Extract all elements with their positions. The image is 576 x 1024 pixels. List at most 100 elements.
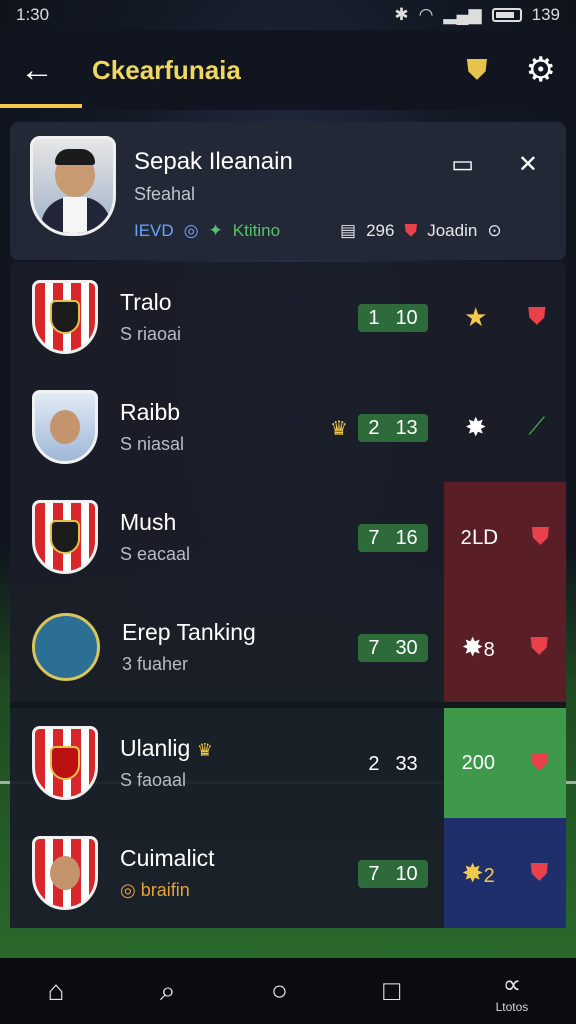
coin-icon: ◎ [120, 880, 136, 900]
score-a: 7 [368, 862, 380, 885]
gear-icon[interactable]: ⚙ [526, 50, 556, 90]
profile-score: 296 [366, 221, 395, 240]
list-item[interactable]: Ulanlig ♛ S faoaal 2 33 200 ⛊ [10, 708, 566, 818]
back-arrow-icon[interactable]: ← [20, 51, 70, 90]
list-item[interactable]: Tralo S riaoai 1 10 ★ ⛊ [10, 262, 566, 372]
row-name: Ulanlig ♛ [120, 735, 213, 761]
profile-extra: Joadin [427, 221, 478, 240]
star-icon[interactable]: ★ [464, 302, 487, 333]
team-badge [32, 280, 98, 354]
team-badge [32, 613, 100, 681]
target-icon: ◎ [183, 221, 199, 240]
shield-icon[interactable]: ⛊ [528, 303, 546, 331]
avatar [30, 136, 116, 236]
crown-icon: ♛ [196, 740, 213, 760]
row-actions: 2ⅬⅮ ⛊ [444, 482, 566, 592]
score-pill: 7 16 [358, 524, 428, 552]
bottom-nav: ⌂ ⌕ ○ □ ∝ Ltotos [0, 958, 576, 1024]
shield-icon[interactable]: ⛊ [531, 523, 549, 551]
nav-more-label: Ltotos [495, 999, 529, 1014]
score-a: 2 [368, 416, 380, 439]
row-actions: ✸2 ⛊ [444, 818, 566, 928]
list-item[interactable]: Cuimalict ◎ braifin 7 10 ✸2 ⛊ [10, 818, 566, 928]
team-badge [32, 500, 98, 574]
app-bar: ← Ckearfunaia ⛊ ⚙ [0, 30, 576, 110]
search-icon[interactable]: ⌕ [160, 975, 176, 1008]
score-a: 1 [368, 306, 380, 329]
row-actions: ✸8 ⛊ [444, 592, 566, 702]
row-right-value: 200 [461, 751, 496, 774]
score-b: 30 [395, 636, 418, 659]
whistle-icon[interactable]: ⟋ [528, 413, 545, 441]
team-badge [32, 726, 98, 800]
row-sub: S niasal [120, 434, 185, 454]
profile-status: Ktitino [232, 221, 281, 240]
square-recents-icon[interactable]: □ [383, 975, 400, 1007]
score-pill: 7 30 [358, 634, 428, 662]
shield-icon[interactable]: ⛊ [530, 859, 548, 887]
score-b: 16 [395, 526, 418, 549]
list-item[interactable]: Erep Tanking 3 fuaher 7 30 ✸8 ⛊ [10, 592, 566, 702]
battery-icon [491, 8, 522, 22]
list-item[interactable]: Raibb S niasal ♛ 2 13 ✸ ⟋ [10, 372, 566, 482]
list-item[interactable]: Mush S eacaal 7 16 2ⅬⅮ ⛊ [10, 482, 566, 592]
row-right-value: 8 [483, 638, 495, 661]
score-b: 33 [395, 752, 418, 775]
player-badge [32, 390, 98, 464]
score-b: 13 [395, 416, 418, 439]
home-icon[interactable]: ⌂ [48, 975, 65, 1007]
shield-icon[interactable]: ⛊ [530, 633, 548, 661]
star-icon: ✸ [461, 857, 484, 888]
row-right-value: 2 [483, 864, 495, 887]
row-sub: 3 fuaher [122, 654, 189, 674]
nav-more[interactable]: ∝ Ltotos [496, 969, 529, 1014]
row-name: Erep Tanking [122, 619, 256, 645]
battery-level: 139 [531, 5, 560, 24]
row-name: Raibb [120, 399, 181, 425]
row-sub: ◎ braifin [120, 880, 190, 900]
row-sub: S faoaal [120, 770, 187, 790]
circle-home-icon[interactable]: ○ [271, 975, 288, 1007]
score-pill: 7 10 [358, 860, 428, 888]
profile-card[interactable]: Sepak Ileanain Sfeahal IEVD ◎ ✦ Ktitino … [10, 122, 566, 260]
wifi-icon: ◠ [418, 5, 434, 24]
row-actions: ★ ⛊ [444, 262, 566, 372]
signal-icon: ▂▄▆ [443, 5, 482, 24]
status-time: 1:30 [16, 5, 50, 24]
score-b: 10 [395, 862, 418, 885]
score-pill: 2 33 [358, 750, 428, 778]
shield-icon[interactable]: ⛊ [530, 749, 548, 777]
bug-icon: ✱ [394, 5, 409, 24]
score-b: 10 [395, 306, 418, 329]
row-right-value: 2ⅬⅮ [460, 526, 499, 549]
leaf-icon: ✦ [208, 221, 223, 240]
score-pill: 1 10 [358, 304, 428, 332]
profile-level: IEVD [134, 221, 174, 240]
score-pill: 2 13 [358, 414, 428, 442]
burst-icon[interactable]: ✸ [465, 412, 487, 443]
document-icon: ▤ [340, 221, 357, 240]
status-bar: 1:30 ✱ ◠ ▂▄▆ 139 [0, 0, 576, 30]
score-a: 7 [368, 526, 380, 549]
crown-icon: ♛ [330, 418, 348, 440]
row-sub: S riaoai [120, 324, 182, 344]
info-icon: ⊙ [487, 221, 502, 240]
club-shield-icon[interactable]: ⛊ [467, 54, 488, 87]
row-name: Mush [120, 509, 177, 535]
close-icon[interactable]: ✕ [518, 150, 538, 179]
row-name: Tralo [120, 289, 172, 315]
link-icon: ∝ [502, 968, 522, 999]
star-icon: ✸ [461, 631, 484, 662]
score-a: 2 [368, 752, 380, 775]
row-name: Cuimalict [120, 845, 215, 871]
row-actions: ✸ ⟋ [444, 372, 566, 482]
shield-icon: ⛊ [404, 221, 418, 240]
row-actions: 200 ⛊ [444, 708, 566, 818]
score-a: 7 [368, 636, 380, 659]
player-badge [32, 836, 98, 910]
tab-indicator [0, 104, 82, 108]
team-list: Tralo S riaoai 1 10 ★ ⛊ Raibb S niasal ♛… [10, 262, 566, 958]
chat-icon[interactable]: ▭ [451, 150, 474, 179]
page-title: Ckearfunaia [92, 54, 241, 85]
row-sub: S eacaal [120, 544, 191, 564]
